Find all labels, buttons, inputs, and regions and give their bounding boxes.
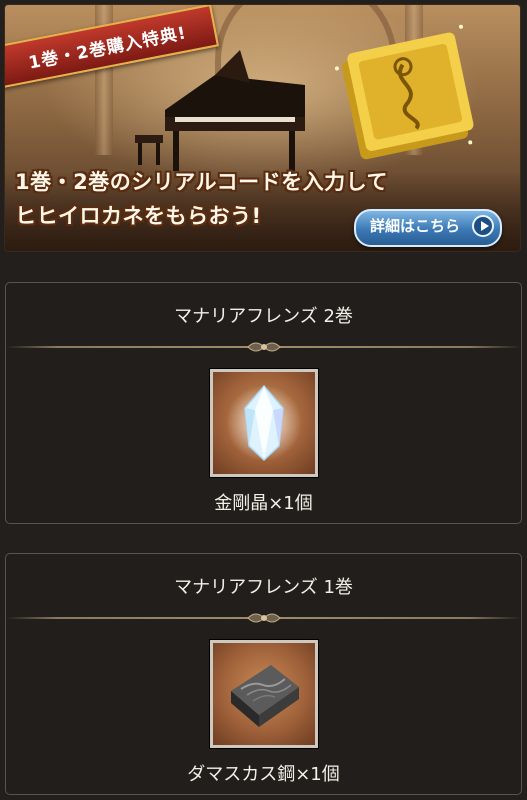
item-label: 金剛晶×1個 <box>214 493 313 514</box>
details-button-label: 詳細はこちら <box>369 217 460 235</box>
play-arrow-icon <box>472 215 494 237</box>
ornament-icon <box>246 613 281 623</box>
grand-piano-icon <box>135 50 305 171</box>
gold-ingot-icon <box>334 24 474 160</box>
ornament-divider <box>6 608 521 628</box>
item-thumbnail[interactable] <box>209 640 318 748</box>
headline-line-1: 1巻・2巻のシリアルコードを入力して <box>15 170 388 194</box>
headline-line-2: ヒヒイロカネをもらおう! <box>15 204 262 228</box>
ornament-divider <box>6 337 521 357</box>
damascus-ingot-icon <box>230 665 299 727</box>
panel-title: マナリアフレンズ 1巻 <box>174 577 353 598</box>
panel-title: マナリアフレンズ 2巻 <box>174 306 353 327</box>
details-button[interactable]: 詳細はこちら <box>353 209 502 247</box>
promo-banner[interactable]: 1巻・2巻購入特典! 1巻・2巻のシリアルコードを入力して ヒヒイロカネをもらお… <box>5 5 520 251</box>
item-thumbnail[interactable] <box>209 369 318 477</box>
ornament-icon <box>246 342 281 352</box>
banner-headline: 1巻・2巻のシリアルコードを入力して ヒヒイロカネをもらおう! <box>15 165 388 233</box>
reward-panel-volume-2: マナリアフレンズ 2巻 金剛晶×1個 <box>5 282 522 524</box>
crystal-icon <box>225 384 302 462</box>
item-label: ダマスカス鋼×1個 <box>187 764 340 785</box>
reward-panel-volume-1: マナリアフレンズ 1巻 ダマスカス鋼×1個 <box>5 553 522 795</box>
